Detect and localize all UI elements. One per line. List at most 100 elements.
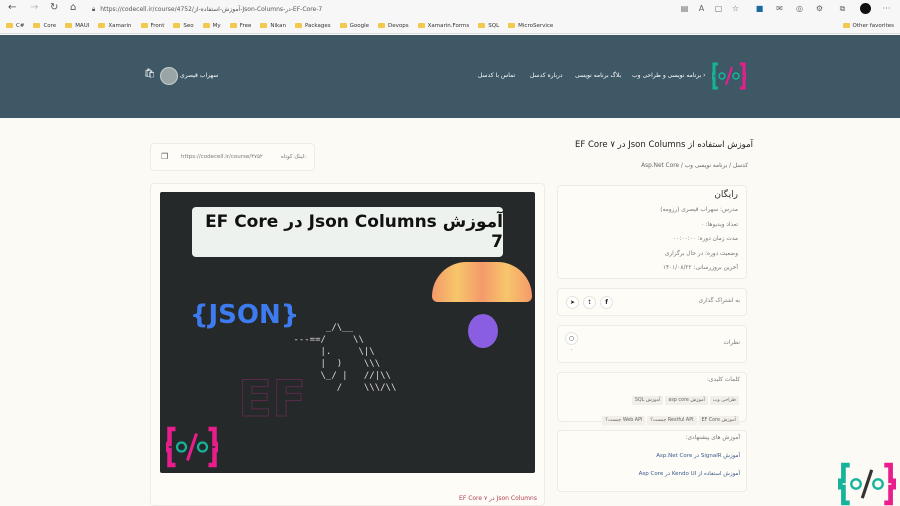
folder-icon bbox=[294, 23, 302, 28]
bookmark-label: Xamarin.Forms bbox=[427, 22, 470, 29]
bookmark[interactable]: MAUI bbox=[65, 23, 89, 29]
video-count: تعداد ویدیوها: ۰ bbox=[700, 221, 738, 228]
avatar[interactable] bbox=[160, 67, 178, 85]
watermark-logo bbox=[838, 462, 896, 506]
read-aloud-icon[interactable]: A bbox=[697, 4, 706, 13]
bookmark[interactable]: Seo bbox=[173, 22, 194, 29]
site-logo[interactable] bbox=[712, 62, 746, 90]
last-update: آخرین بروزرسانی: ۱۴۰۱/۰۸/۲۲ bbox=[662, 265, 738, 271]
bookmark[interactable]: Front bbox=[140, 22, 165, 29]
bookmark[interactable]: Devops bbox=[378, 23, 409, 29]
facebook-icon[interactable]: f bbox=[600, 296, 613, 309]
breadcrumb-item[interactable]: برنامه نویسی وب bbox=[685, 163, 728, 169]
settings-icon[interactable]: ⚙ bbox=[815, 4, 824, 13]
breadcrumb-item[interactable]: Asp.Net Core bbox=[641, 163, 679, 169]
bookmark[interactable]: Nikan bbox=[260, 23, 286, 29]
extension-icon[interactable]: ■ bbox=[755, 4, 764, 13]
bookmark[interactable]: MicroService bbox=[508, 23, 553, 29]
bookmark-label: Other favorites bbox=[852, 22, 895, 29]
breadcrumb: کدسل / برنامه نویسی وب / Asp.Net Core bbox=[641, 163, 748, 169]
menu-contact[interactable]: تماس با کدسل bbox=[478, 72, 515, 79]
bookmark[interactable]: Google bbox=[339, 22, 370, 29]
bookmark[interactable]: C# bbox=[6, 23, 24, 29]
split-icon[interactable]: ▢ bbox=[714, 4, 723, 13]
bookmark-label: Front bbox=[150, 22, 165, 29]
tag[interactable]: Restful API چیست؟ bbox=[647, 416, 697, 425]
bookmark-label: MAUI bbox=[75, 22, 90, 29]
bookmark[interactable]: Core bbox=[33, 23, 56, 29]
bookmark[interactable]: Packages bbox=[294, 22, 331, 29]
tag-list: طراحی وبآموزش asp coreآموزش SQL آموزش EF … bbox=[590, 386, 740, 426]
folder-icon bbox=[229, 23, 237, 28]
suggested-link[interactable]: آموزش SignalR در Asp.Net Core bbox=[564, 453, 740, 459]
bookmark[interactable]: Xamarin.Forms bbox=[417, 22, 470, 29]
lock-icon: 🔒︎ bbox=[92, 5, 96, 13]
bookmark-label: My bbox=[212, 22, 221, 29]
short-link[interactable]: https://codecell.ir/course/۴۷۵۲ bbox=[181, 154, 263, 160]
telegram-icon[interactable]: ➤ bbox=[566, 296, 579, 309]
favorite-icon[interactable]: ☆ bbox=[731, 4, 740, 13]
bookmark-label: SQL bbox=[488, 22, 500, 29]
short-link-box: ❐ https://codecell.ir/course/۴۷۵۲ لینک ک… bbox=[150, 143, 315, 171]
folder-icon bbox=[98, 23, 106, 28]
bookmark-label: Packages bbox=[304, 22, 331, 29]
keywords-card: کلمات کلیدی: طراحی وبآموزش asp coreآموزش… bbox=[557, 372, 747, 425]
forward-icon[interactable]: → bbox=[30, 2, 38, 13]
short-link-label: لینک کوتاه: bbox=[280, 154, 306, 160]
mail-icon[interactable]: ✉ bbox=[775, 4, 784, 13]
folder-icon bbox=[378, 23, 386, 28]
bookmark[interactable]: Free bbox=[229, 22, 252, 29]
folder-icon bbox=[33, 23, 41, 28]
instructor: مدرس: سهراب قیصری (رزومه) bbox=[660, 207, 738, 213]
tag[interactable]: آموزش SQL bbox=[631, 396, 664, 405]
address-bar[interactable]: 🔒︎ https://codecell.ir/course/4752/آموزش… bbox=[92, 3, 662, 16]
bookmark-label: Seo bbox=[183, 22, 194, 29]
home-icon[interactable]: ⌂ bbox=[70, 2, 76, 13]
app-icon[interactable]: ▤ bbox=[680, 4, 689, 13]
folder-icon bbox=[140, 23, 148, 28]
suggested-link[interactable]: آموزش استفاده از Kendo UI در Asp Core bbox=[564, 471, 740, 477]
ef-logo: EF bbox=[237, 370, 307, 429]
collections-icon[interactable]: ⧉ bbox=[838, 4, 847, 13]
folder-icon bbox=[260, 23, 268, 28]
bookmark[interactable]: Xamarin bbox=[98, 22, 132, 29]
duration: مدت زمان دوره: ۰۰:۰۰:۰۰ bbox=[673, 236, 738, 242]
course-banner: آموزش Json Columns در EF Core 7 {JSON} _… bbox=[160, 192, 535, 473]
folder-icon bbox=[173, 23, 181, 28]
menu-about[interactable]: درباره کدسل bbox=[530, 72, 563, 79]
bookmark-label: Google bbox=[349, 22, 370, 29]
menu-blog[interactable]: بلاگ برنامه نویسی bbox=[575, 72, 621, 79]
folder-icon bbox=[508, 23, 516, 28]
menu-label: برنامه نویسی و طراحی وب bbox=[632, 72, 702, 79]
suggested-label: آموزش های پیشنهادی: bbox=[685, 435, 740, 441]
user-name[interactable]: سهراب قیصری bbox=[180, 72, 218, 79]
bookmark-label: Xamarin bbox=[108, 22, 132, 29]
back-icon[interactable]: ← bbox=[8, 2, 16, 13]
comments-label: نظرات bbox=[723, 340, 740, 346]
tag[interactable]: آموزش EF Core bbox=[698, 416, 739, 425]
breadcrumb-item[interactable]: کدسل bbox=[733, 163, 748, 169]
bookmark[interactable]: My bbox=[202, 22, 221, 29]
more-icon[interactable]: ··· bbox=[882, 4, 891, 13]
bookmark-label: Devops bbox=[388, 22, 409, 29]
profile-avatar[interactable] bbox=[860, 3, 871, 14]
comment-icon[interactable]: ○ bbox=[565, 332, 578, 345]
folder-icon bbox=[417, 23, 425, 28]
bookmark-label: Free bbox=[239, 22, 252, 29]
twitter-icon[interactable]: t bbox=[583, 296, 596, 309]
site-header bbox=[0, 35, 900, 118]
bookmark-label: Nikan bbox=[270, 22, 286, 29]
page-title: آموزش استفاده از Json Columns در EF Core… bbox=[575, 140, 753, 150]
cart-icon[interactable]: 🛍︎ bbox=[144, 69, 155, 79]
other-favorites[interactable]: Other favorites bbox=[842, 22, 895, 29]
parachute bbox=[432, 262, 532, 302]
tag[interactable]: Web API چیست؟ bbox=[602, 416, 646, 425]
tag[interactable]: آموزش asp core bbox=[665, 396, 708, 405]
tag[interactable]: طراحی وب bbox=[709, 396, 739, 405]
extension-icon[interactable]: ◎ bbox=[795, 4, 804, 13]
bookmark-label: MicroService bbox=[518, 22, 554, 29]
copy-icon[interactable]: ❐ bbox=[161, 152, 168, 161]
bookmark[interactable]: SQL bbox=[478, 23, 499, 29]
refresh-icon[interactable]: ↻ bbox=[50, 2, 58, 13]
menu-programming[interactable]: برنامه نویسی و طراحی وب › bbox=[632, 72, 706, 79]
